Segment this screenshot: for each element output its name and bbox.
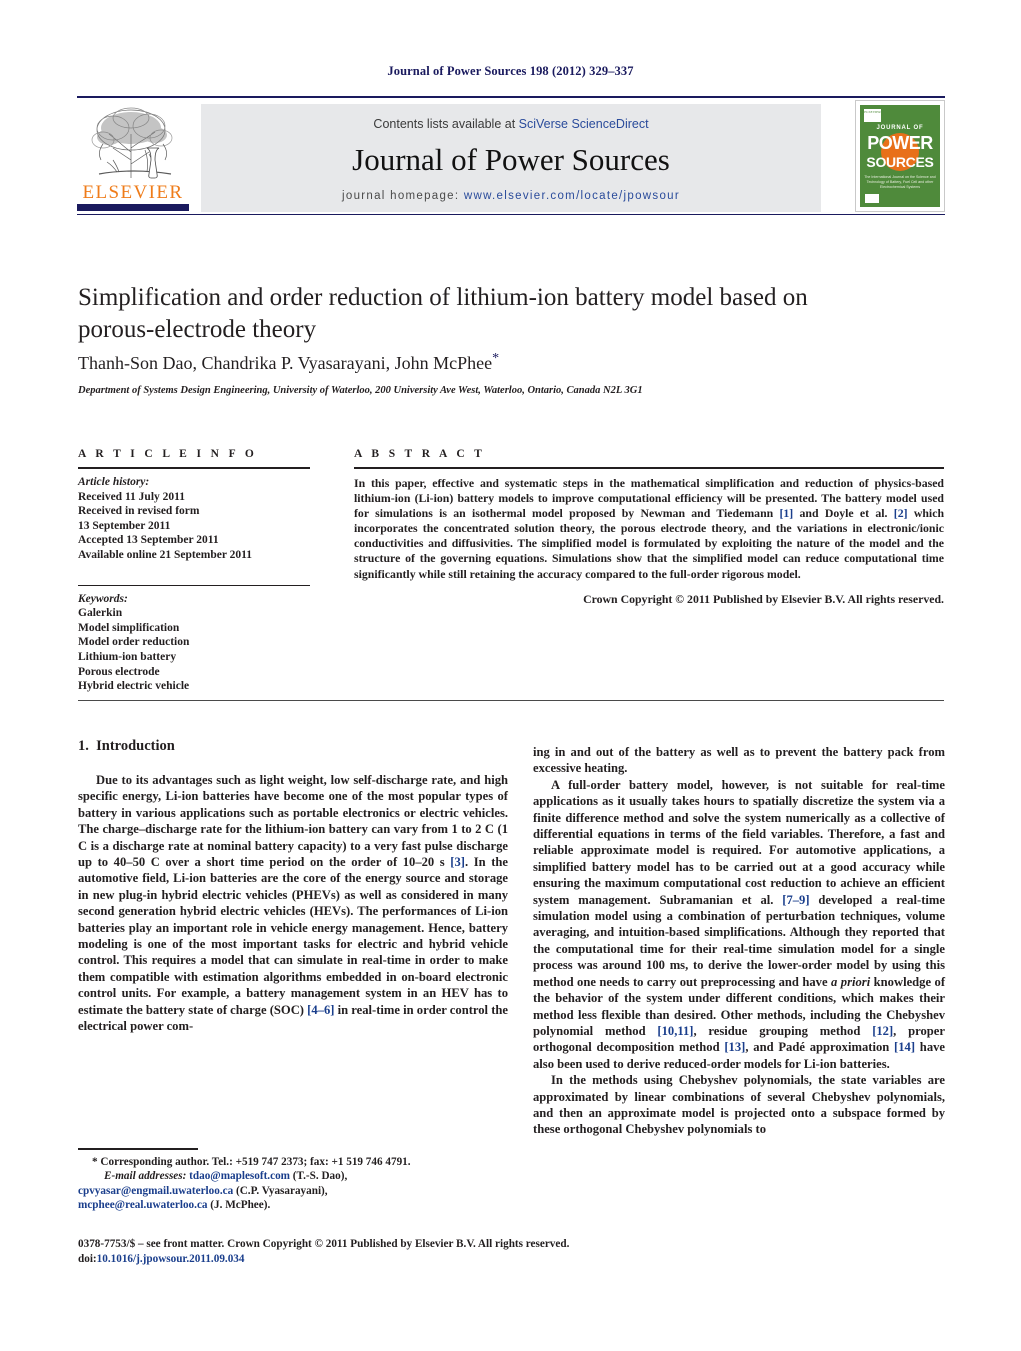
section-heading: 1. Introduction (78, 738, 175, 755)
cover-artwork: ELSEVIER JOURNAL OF POWER SOURCES The In… (860, 105, 940, 207)
running-head: Journal of Power Sources 198 (2012) 329–… (387, 64, 634, 78)
citation-ref[interactable]: [2] (894, 506, 908, 520)
masthead-top-rule (77, 96, 945, 98)
copyright-line: Crown Copyright © 2011 Published by Else… (583, 591, 944, 606)
paragraph: Due to its advantages such as light weig… (78, 772, 508, 1035)
doi-line: doi:10.1016/j.jpowsour.2011.09.034 (78, 1252, 778, 1267)
citation-ref[interactable]: [4–6] (307, 1003, 334, 1017)
citation-ref[interactable]: [1] (779, 506, 793, 520)
email-addresses-line-2: cpvyasar@engmail.uwaterloo.ca (C.P. Vyas… (78, 1184, 518, 1198)
corresponding-author-note: * Corresponding author. Tel.: +519 747 2… (92, 1156, 411, 1168)
journal-cover-thumbnail: ELSEVIER JOURNAL OF POWER SOURCES The In… (855, 100, 945, 212)
elsevier-logo: ELSEVIER (77, 104, 189, 212)
article-history-label: Article history: (78, 476, 150, 488)
history-item: Available online 21 September 2011 (78, 548, 252, 561)
author-names: Thanh-Son Dao, Chandrika P. Vyasarayani,… (78, 353, 493, 373)
email-link[interactable]: mcphee@real.uwaterloo.ca (78, 1199, 208, 1211)
abstract-part-2: and Doyle et al. (793, 506, 894, 521)
history-item: Accepted 13 September 2011 (78, 534, 219, 547)
para-part: , and Padé approximation (745, 1040, 895, 1055)
abstract-rule (354, 467, 944, 469)
imprint-block: 0378-7753/$ – see front matter. Crown Co… (78, 1237, 778, 1266)
cover-line-3: SOURCES (866, 154, 934, 170)
page-title: Simplification and order reduction of li… (78, 284, 808, 343)
journal-homepage-line: journal homepage: www.elsevier.com/locat… (201, 190, 821, 202)
corresponding-author-marker: * (492, 351, 500, 366)
section-number: 1. (78, 738, 89, 754)
journal-homepage-link[interactable]: www.elsevier.com/locate/jpowsour (464, 190, 680, 202)
contents-prefix: Contents lists available at (373, 117, 519, 131)
abstract-text: In this paper, effective and systematic … (354, 476, 944, 582)
para-part: A full-order battery model, however, is … (533, 777, 945, 907)
keyword-item: Porous electrode (78, 665, 160, 678)
paragraph: A full-order battery model, however, is … (533, 777, 945, 1072)
doi-link[interactable]: 10.1016/j.jpowsour.2011.09.034 (97, 1253, 245, 1265)
homepage-prefix: journal homepage: (342, 190, 464, 202)
email-owner: (T.-S. Dao), (289, 1170, 348, 1183)
cover-subtitle: The International Journal on the Science… (864, 175, 936, 189)
keywords-label: Keywords: (78, 592, 128, 605)
keywords-rule (78, 584, 310, 586)
citation-ref[interactable]: [12] (872, 1024, 893, 1038)
keyword-item: Hybrid electric vehicle (78, 680, 190, 693)
issn-copyright-line: 0378-7753/$ – see front matter. Crown Co… (78, 1238, 570, 1250)
para-part: , residue grouping method (693, 1023, 873, 1038)
para-italic: a priori (831, 974, 871, 989)
history-item: Received in revised form (78, 505, 200, 518)
article-info-rule (78, 467, 310, 469)
email-addresses-label: E-mail addresses: (104, 1170, 187, 1183)
abstract-column: A B S T R A C T In this paper, effective… (354, 448, 944, 607)
keyword-item: Lithium-ion battery (78, 650, 177, 663)
body-column-right: ing in and out of the battery as well as… (533, 744, 945, 1138)
doi-label: doi: (78, 1252, 97, 1265)
cover-line-1: JOURNAL OF (876, 125, 924, 131)
email-addresses-line-1: E-mail addresses: tdao@maplesoft.com (T.… (78, 1169, 518, 1183)
footnote-block: * Corresponding author. Tel.: +519 747 2… (78, 1155, 518, 1213)
journal-title: Journal of Power Sources (352, 142, 670, 177)
masthead-bottom-rule (77, 214, 945, 215)
paper-page: Journal of Power Sources 198 (2012) 329–… (0, 0, 1021, 1351)
article-history: Article history: Received 11 July 2011 R… (78, 475, 310, 563)
keyword-item: Model order reduction (78, 636, 190, 649)
email-owner: (J. McPhee). (207, 1199, 271, 1212)
contents-list-line: Contents lists available at SciVerse Sci… (201, 117, 821, 131)
masthead-panel: Contents lists available at SciVerse Sci… (201, 104, 821, 212)
section-title: Introduction (96, 738, 175, 754)
email-addresses-line-3: mcphee@real.uwaterloo.ca (J. McPhee). (78, 1198, 518, 1212)
citation-ref[interactable]: [7–9] (782, 893, 809, 907)
keywords-block: Keywords: Galerkin Model simplification … (78, 592, 310, 694)
article-info-column: A R T I C L E I N F O Article history: R… (78, 448, 310, 694)
cover-publisher-badge: ELSEVIER (864, 109, 881, 122)
author-list: Thanh-Son Dao, Chandrika P. Vyasarayani,… (78, 351, 868, 374)
paragraph: In the methods using Chebyshev polynomia… (533, 1073, 945, 1137)
para-part: Due to its advantages such as light weig… (78, 773, 508, 870)
citation-ref[interactable]: [3] (450, 855, 465, 869)
para-part: . In the automotive field, Li-ion batter… (78, 855, 509, 1017)
history-item: Received 11 July 2011 (78, 490, 186, 503)
email-owner: (C.P. Vyasarayani), (233, 1184, 328, 1197)
email-link[interactable]: tdao@maplesoft.com (189, 1170, 290, 1182)
paragraph: ing in and out of the battery as well as… (533, 745, 945, 776)
sciencedirect-link[interactable]: SciVerse ScienceDirect (519, 117, 649, 131)
cover-line-2: POWER (867, 133, 933, 153)
citation-ref[interactable]: [10,11] (657, 1024, 693, 1038)
cover-footer-mark (865, 194, 879, 203)
keyword-item: Galerkin (78, 607, 123, 620)
journal-masthead: ELSEVIER Contents lists available at Sci… (77, 96, 945, 216)
body-column-left: Due to its advantages such as light weig… (78, 772, 508, 1035)
citation-ref[interactable]: [13] (724, 1040, 745, 1054)
abstract-heading: A B S T R A C T (354, 448, 486, 460)
affiliation: Department of Systems Design Engineering… (78, 385, 643, 396)
keyword-item: Model simplification (78, 621, 180, 634)
footnote-rule (78, 1148, 198, 1150)
elsevier-wordmark: ELSEVIER (82, 182, 184, 203)
email-link[interactable]: cpvyasar@engmail.uwaterloo.ca (78, 1185, 233, 1197)
article-info-heading: A R T I C L E I N F O (78, 448, 258, 460)
history-item: 13 September 2011 (78, 519, 171, 532)
elsevier-rule (77, 204, 189, 211)
elsevier-tree-icon (79, 104, 187, 182)
citation-ref[interactable]: [14] (894, 1040, 915, 1054)
body-separator-rule (78, 700, 944, 701)
